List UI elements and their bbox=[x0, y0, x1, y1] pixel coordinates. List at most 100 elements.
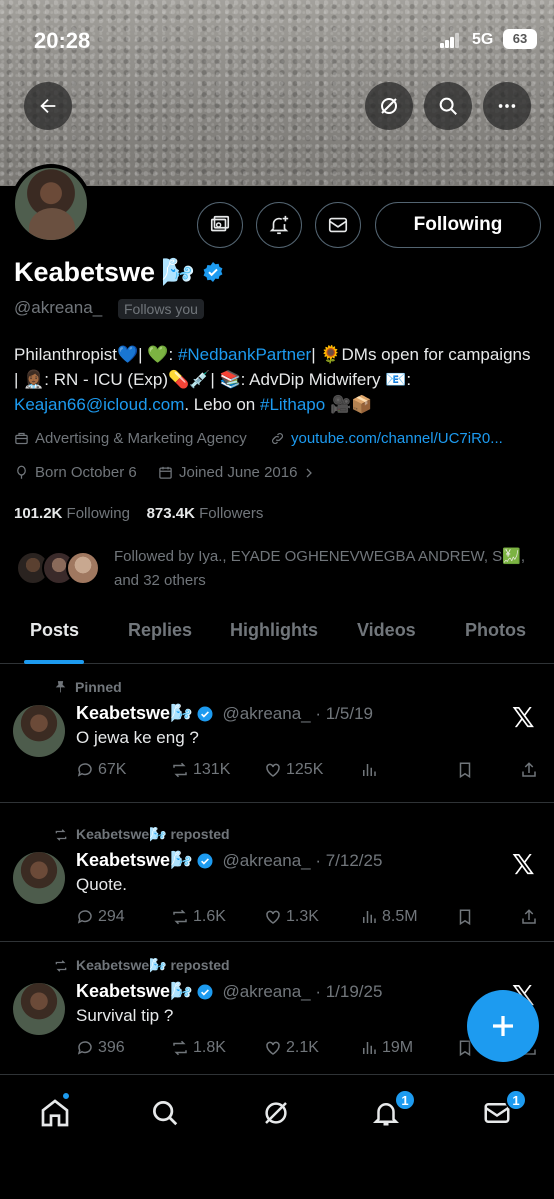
grok-icon bbox=[381, 98, 397, 114]
post-context: Keabetswe🌬️ reposted bbox=[54, 826, 230, 843]
reply-icon bbox=[77, 763, 92, 777]
like-button[interactable]: 125K bbox=[264, 761, 323, 779]
bookmark-button[interactable] bbox=[456, 761, 474, 779]
views-button[interactable]: 19M bbox=[360, 1039, 413, 1057]
post-text: O jewa ke eng ? bbox=[76, 728, 199, 747]
more-dots-icon bbox=[498, 104, 516, 108]
repost-button[interactable]: 1.8K bbox=[171, 1039, 226, 1057]
tab-photos[interactable]: Photos bbox=[465, 620, 526, 641]
profile-joined[interactable]: Joined June 2016 bbox=[158, 464, 315, 481]
search-button[interactable] bbox=[424, 82, 472, 130]
like-button[interactable]: 2.1K bbox=[264, 1039, 319, 1057]
post-context: Keabetswe🌬️ reposted bbox=[54, 957, 230, 974]
nav-home[interactable] bbox=[35, 1091, 75, 1133]
verified-badge-icon bbox=[203, 262, 223, 282]
notify-button[interactable] bbox=[256, 202, 302, 248]
bottom-navigation: 1 1 bbox=[0, 1074, 554, 1199]
like-count: 2.1K bbox=[286, 1039, 319, 1056]
home-icon bbox=[41, 1099, 69, 1127]
post-avatar[interactable] bbox=[13, 705, 65, 757]
tab-replies[interactable]: Replies bbox=[128, 620, 192, 641]
verified-badge-icon bbox=[197, 706, 213, 721]
following-label: Following bbox=[66, 505, 130, 522]
message-button[interactable] bbox=[315, 202, 361, 248]
profile-avatar[interactable] bbox=[11, 164, 91, 244]
share-icon bbox=[522, 909, 536, 924]
repost-icon bbox=[173, 1040, 187, 1056]
heart-icon bbox=[266, 1041, 280, 1055]
arrow-left-icon bbox=[40, 98, 56, 114]
like-count: 1.3K bbox=[286, 908, 319, 925]
bio-hashtag-link[interactable]: #NedbankPartner bbox=[178, 345, 311, 364]
compose-button[interactable] bbox=[467, 990, 539, 1062]
views-button[interactable]: 8.5M bbox=[360, 908, 418, 926]
following-count-link[interactable]: 101.2K Following bbox=[14, 505, 130, 522]
bookmark-icon bbox=[459, 909, 471, 926]
search-icon bbox=[153, 1101, 178, 1126]
website-link[interactable]: youtube.com/channel/UC7iR0... bbox=[291, 430, 503, 447]
tab-highlights[interactable]: Highlights bbox=[230, 620, 318, 641]
category-label: Advertising & Marketing Agency bbox=[35, 430, 247, 447]
views-count: 19M bbox=[382, 1039, 414, 1056]
profile-website[interactable]: youtube.com/channel/UC7iR0... bbox=[270, 430, 503, 447]
repost-button[interactable]: 1.6K bbox=[171, 908, 226, 926]
views-icon bbox=[363, 1042, 376, 1054]
follows-you-badge: Follows you bbox=[118, 299, 204, 319]
calendar-icon bbox=[159, 466, 172, 479]
grok-button[interactable] bbox=[365, 82, 413, 130]
follow-counts: 101.2K Following 873.4K Followers bbox=[14, 505, 263, 522]
post-header: Keabetswe🌬️ @akreana_ · 7/12/25 bbox=[76, 850, 382, 871]
post-actions: 67K 131K 125K bbox=[76, 761, 541, 785]
subscribe-button[interactable] bbox=[197, 202, 243, 248]
reply-count: 67K bbox=[98, 761, 127, 778]
following-button[interactable]: Following bbox=[375, 202, 541, 248]
verified-badge-icon bbox=[197, 853, 213, 868]
post-avatar[interactable] bbox=[13, 852, 65, 904]
more-options-button[interactable] bbox=[483, 82, 531, 130]
followers-count-link[interactable]: 873.4K Followers bbox=[147, 505, 264, 522]
post-avatar[interactable] bbox=[13, 983, 65, 1035]
share-button[interactable] bbox=[520, 761, 538, 779]
nav-messages[interactable]: 1 bbox=[477, 1089, 527, 1133]
post-author-name[interactable]: Keabetswe🌬️ bbox=[76, 981, 192, 1002]
bio-text: 🎥📦 bbox=[325, 395, 373, 414]
post-item[interactable]: Keabetswe🌬️ reposted Keabetswe🌬️ @akrean… bbox=[0, 804, 554, 942]
post-author-name[interactable]: Keabetswe🌬️ bbox=[76, 850, 192, 871]
like-button[interactable]: 1.3K bbox=[264, 908, 319, 926]
bio-email-link[interactable]: Keajan66@icloud.com bbox=[14, 395, 184, 414]
profile-name-emoji: 🌬️ bbox=[161, 257, 195, 287]
status-bar: 20:28 5G 63 bbox=[0, 0, 554, 80]
back-button[interactable] bbox=[24, 82, 72, 130]
search-icon bbox=[439, 97, 457, 115]
plus-icon bbox=[493, 1016, 513, 1036]
following-count: 101.2K bbox=[14, 505, 63, 522]
reply-button[interactable]: 396 bbox=[76, 1039, 125, 1057]
repost-icon bbox=[55, 959, 67, 972]
followed-by-text[interactable]: Followed by Iya., EYADE OGHENEVWEGBA AND… bbox=[114, 545, 534, 593]
views-count: 8.5M bbox=[382, 908, 418, 925]
post-context-label: Pinned bbox=[75, 679, 122, 695]
tab-videos[interactable]: Videos bbox=[357, 620, 416, 641]
repost-button[interactable]: 131K bbox=[171, 761, 230, 779]
post-item[interactable]: Pinned Keabetswe🌬️ @akreana_ · 1/5/19 𝕏 … bbox=[0, 665, 554, 803]
share-button[interactable] bbox=[520, 908, 538, 926]
nav-search[interactable] bbox=[145, 1093, 185, 1133]
verified-badge-icon bbox=[197, 984, 213, 999]
views-button[interactable] bbox=[360, 761, 382, 779]
bookmark-icon bbox=[459, 762, 471, 779]
bookmark-button[interactable] bbox=[456, 908, 474, 926]
reply-icon bbox=[77, 1041, 92, 1055]
nav-notifications[interactable]: 1 bbox=[366, 1089, 416, 1133]
nav-grok[interactable] bbox=[256, 1093, 296, 1133]
tab-posts[interactable]: Posts bbox=[30, 620, 79, 641]
reply-button[interactable]: 294 bbox=[76, 908, 125, 926]
born-label: Born October 6 bbox=[35, 464, 137, 481]
post-handle-date: @akreana_ · 1/19/25 bbox=[222, 981, 383, 1001]
x-logo-icon: 𝕏 bbox=[512, 702, 535, 733]
repost-count: 131K bbox=[193, 761, 231, 778]
reply-button[interactable]: 67K bbox=[76, 761, 126, 779]
money-icon bbox=[210, 215, 230, 232]
bio-hashtag-link[interactable]: #Lithapo bbox=[260, 395, 325, 414]
post-author-name[interactable]: Keabetswe🌬️ bbox=[76, 703, 192, 724]
repost-count: 1.8K bbox=[193, 1039, 226, 1056]
